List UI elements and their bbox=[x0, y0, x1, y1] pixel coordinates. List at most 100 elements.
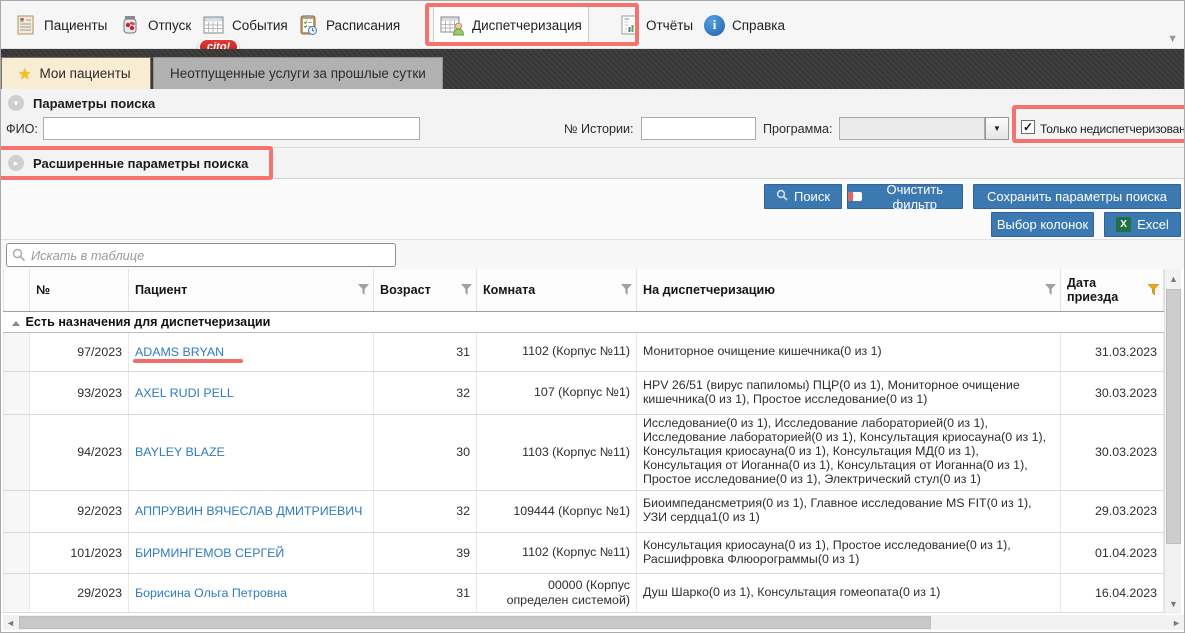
toolbar-label: Отчёты bbox=[646, 18, 693, 33]
toolbar-button-reports[interactable]: Отчёты bbox=[613, 6, 699, 44]
filter-funnel-icon[interactable] bbox=[1045, 284, 1056, 298]
horizontal-scrollbar[interactable]: ◄ ► bbox=[3, 615, 1184, 630]
cell-date: 29.03.2023 bbox=[1061, 490, 1164, 532]
cell-age: 31 bbox=[374, 573, 477, 612]
toolbar-button-events[interactable]: cito! События bbox=[196, 6, 294, 44]
column-header-patient[interactable]: Пациент bbox=[129, 269, 374, 311]
cell-number: 97/2023 bbox=[30, 332, 129, 371]
patients-icon bbox=[15, 14, 37, 36]
table-row[interactable]: 29/2023 Борисина Ольга Петровна 31 00000… bbox=[4, 573, 1164, 612]
clipboard-clock-icon bbox=[297, 14, 319, 36]
patients-grid: № Пациент Возраст Комната На диспетчериз… bbox=[1, 269, 1185, 614]
scroll-left-icon[interactable]: ◄ bbox=[3, 615, 18, 630]
cell-services: Исследование(0 из 1), Исследование лабор… bbox=[637, 414, 1061, 490]
cell-room: 1102 (Корпус №11) bbox=[477, 532, 637, 573]
history-label: № Истории: bbox=[564, 122, 634, 136]
scroll-up-icon[interactable]: ▲ bbox=[1165, 271, 1182, 287]
cell-date: 30.03.2023 bbox=[1061, 371, 1164, 414]
patient-link[interactable]: Борисина Ольга Петровна bbox=[135, 586, 287, 600]
cell-services: Консультация криосауна(0 из 1), Простое … bbox=[637, 532, 1061, 573]
search-params-header[interactable]: ▾ Параметры поиска bbox=[8, 95, 155, 111]
patient-link[interactable]: ADAMS BRYAN bbox=[135, 345, 224, 359]
excel-icon: X bbox=[1116, 217, 1131, 232]
only-undispatched-label[interactable]: Только недиспетчеризованные bbox=[1040, 122, 1185, 136]
vertical-scroll-thumb[interactable] bbox=[1166, 289, 1181, 544]
cell-services: Мониторное очищение кишечника(0 из 1) bbox=[637, 332, 1061, 371]
only-undispatched-checkbox[interactable]: ✓ bbox=[1021, 120, 1035, 134]
advanced-params-header[interactable]: ▸ Расширенные параметры поиска bbox=[8, 155, 248, 171]
chevron-down-icon: ▼ bbox=[993, 124, 1001, 133]
patient-link[interactable]: BAYLEY BLAZE bbox=[135, 445, 225, 459]
column-header-age[interactable]: Возраст bbox=[374, 269, 477, 311]
group-row[interactable]: Есть назначения для диспетчеризации bbox=[4, 311, 1164, 332]
toolbar-overflow-arrow[interactable]: ▼ bbox=[1167, 33, 1178, 45]
collapse-icon[interactable]: ▾ bbox=[8, 95, 24, 111]
cell-number: 29/2023 bbox=[30, 573, 129, 612]
tab-missed-services[interactable]: Неотпущенные услуги за прошлые сутки bbox=[153, 57, 443, 89]
toolbar-label: Расписания bbox=[326, 18, 400, 33]
toolbar-button-vacation[interactable]: Отпуск bbox=[113, 6, 197, 44]
program-label: Программа: bbox=[763, 122, 832, 136]
column-header-dispatch[interactable]: На диспетчеризацию bbox=[637, 269, 1061, 311]
table-row[interactable]: 93/2023 AXEL RUDI PELL 32 107 (Корпус №1… bbox=[4, 371, 1164, 414]
toolbar-button-patients[interactable]: Пациенты bbox=[9, 6, 113, 44]
program-dropdown[interactable] bbox=[839, 117, 985, 140]
fio-input[interactable] bbox=[43, 117, 420, 140]
table-quick-search-area bbox=[1, 239, 1185, 269]
table-row[interactable]: 97/2023 ADAMS BRYAN 31 1102 (Корпус №11)… bbox=[4, 332, 1164, 371]
patient-link[interactable]: AXEL RUDI PELL bbox=[135, 386, 234, 400]
scroll-right-icon[interactable]: ► bbox=[1169, 615, 1184, 630]
report-chart-icon bbox=[619, 14, 639, 36]
magnifier-icon bbox=[12, 248, 26, 267]
filter-funnel-icon[interactable] bbox=[461, 284, 472, 298]
quick-search-box[interactable] bbox=[6, 243, 396, 267]
cell-patient: ADAMS BRYAN bbox=[129, 332, 374, 371]
cell-services: Душ Шарко(0 из 1), Консультация гомеопат… bbox=[637, 573, 1061, 612]
filter-funnel-active-icon[interactable] bbox=[1148, 284, 1159, 298]
search-params-panel: ▾ Параметры поиска ФИО: № Истории: Прогр… bbox=[1, 89, 1185, 148]
toolbar-label: Отпуск bbox=[148, 18, 191, 33]
search-button[interactable]: Поиск bbox=[764, 184, 842, 209]
tab-label: Мои пациенты bbox=[39, 66, 130, 81]
filter-funnel-icon[interactable] bbox=[621, 284, 632, 298]
vertical-scrollbar[interactable]: ▲ ▼ bbox=[1164, 269, 1181, 614]
main-toolbar: Пациенты Отпуск cito! События Расписания… bbox=[1, 1, 1185, 49]
toolbar-button-dispatch[interactable]: Диспетчеризация bbox=[433, 6, 589, 44]
choose-columns-button[interactable]: Выбор колонок bbox=[991, 212, 1094, 237]
excel-export-button[interactable]: X Excel bbox=[1104, 212, 1181, 237]
tab-bar: ★ Мои пациенты Неотпущенные услуги за пр… bbox=[1, 49, 1185, 89]
column-header-number[interactable]: № bbox=[30, 269, 129, 311]
toolbar-button-help[interactable]: i Справка bbox=[698, 6, 791, 44]
cell-patient: АППРУВИН ВЯЧЕСЛАВ ДМИТРИЕВИЧ bbox=[129, 490, 374, 532]
collapse-triangle-icon[interactable] bbox=[12, 321, 20, 326]
header-expand-col bbox=[4, 269, 30, 311]
horizontal-scroll-thumb[interactable] bbox=[19, 616, 931, 629]
cell-number: 93/2023 bbox=[30, 371, 129, 414]
cell-room: 107 (Корпус №1) bbox=[477, 371, 637, 414]
patient-link[interactable]: БИРМИНГЕМОВ СЕРГЕЙ bbox=[135, 546, 284, 560]
column-header-room[interactable]: Комната bbox=[477, 269, 637, 311]
cell-number: 94/2023 bbox=[30, 414, 129, 490]
scroll-down-icon[interactable]: ▼ bbox=[1165, 596, 1182, 612]
toolbar-button-schedules[interactable]: Расписания bbox=[291, 6, 406, 44]
table-row[interactable]: 92/2023 АППРУВИН ВЯЧЕСЛАВ ДМИТРИЕВИЧ 32 … bbox=[4, 490, 1164, 532]
cell-number: 101/2023 bbox=[30, 532, 129, 573]
clear-filter-button[interactable]: Очистить фильтр bbox=[847, 184, 963, 209]
table-row[interactable]: 94/2023 BAYLEY BLAZE 30 1103 (Корпус №11… bbox=[4, 414, 1164, 490]
history-input[interactable] bbox=[641, 117, 756, 140]
save-search-params-button[interactable]: Сохранить параметры поиска bbox=[973, 184, 1181, 209]
table-row[interactable]: 101/2023 БИРМИНГЕМОВ СЕРГЕЙ 39 1102 (Кор… bbox=[4, 532, 1164, 573]
cell-patient: Борисина Ольга Петровна bbox=[129, 573, 374, 612]
cell-number: 92/2023 bbox=[30, 490, 129, 532]
program-dropdown-arrow[interactable]: ▼ bbox=[985, 117, 1009, 140]
column-header-arrival-date[interactable]: Дата приезда bbox=[1061, 269, 1164, 311]
cell-date: 30.03.2023 bbox=[1061, 414, 1164, 490]
patient-link[interactable]: АППРУВИН ВЯЧЕСЛАВ ДМИТРИЕВИЧ bbox=[135, 504, 362, 518]
quick-search-input[interactable] bbox=[31, 245, 391, 265]
tab-my-patients[interactable]: ★ Мои пациенты bbox=[1, 57, 151, 89]
cell-date: 31.03.2023 bbox=[1061, 332, 1164, 371]
expand-icon[interactable]: ▸ bbox=[8, 155, 24, 171]
cell-services: HPV 26/51 (вирус папиломы) ПЦР(0 из 1), … bbox=[637, 371, 1061, 414]
checkmark-icon: ✓ bbox=[1023, 121, 1033, 133]
filter-funnel-icon[interactable] bbox=[358, 284, 369, 298]
